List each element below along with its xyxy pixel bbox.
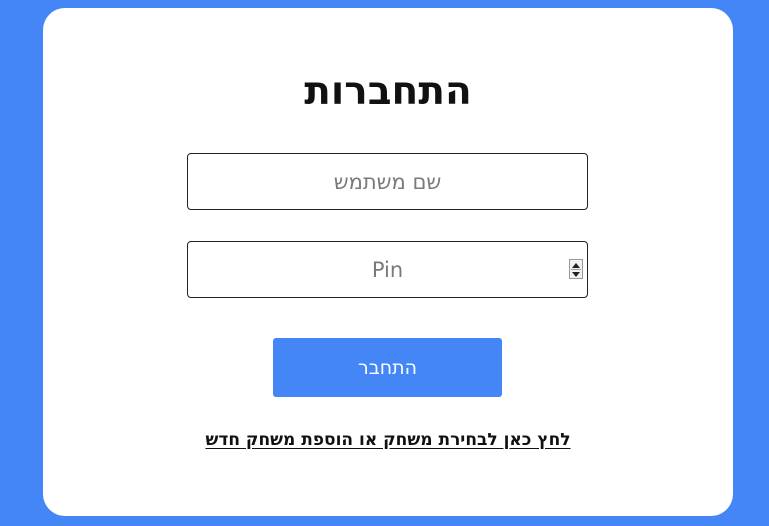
- spinner-up-icon[interactable]: [571, 261, 581, 270]
- login-button[interactable]: התחבר: [273, 338, 502, 397]
- pin-input[interactable]: [188, 242, 587, 297]
- number-spinner[interactable]: [569, 259, 583, 279]
- choose-game-link[interactable]: לחץ כאן לבחירת משחק או הוספת משחק חדש: [43, 430, 733, 450]
- pin-field[interactable]: [187, 241, 588, 298]
- spinner-down-icon[interactable]: [571, 270, 581, 278]
- page-title: התחברות: [304, 69, 472, 114]
- login-card: התחברות התחבר לחץ כאן לבחירת משחק או הוס…: [43, 8, 733, 516]
- username-input[interactable]: [188, 154, 587, 209]
- username-field[interactable]: [187, 153, 588, 210]
